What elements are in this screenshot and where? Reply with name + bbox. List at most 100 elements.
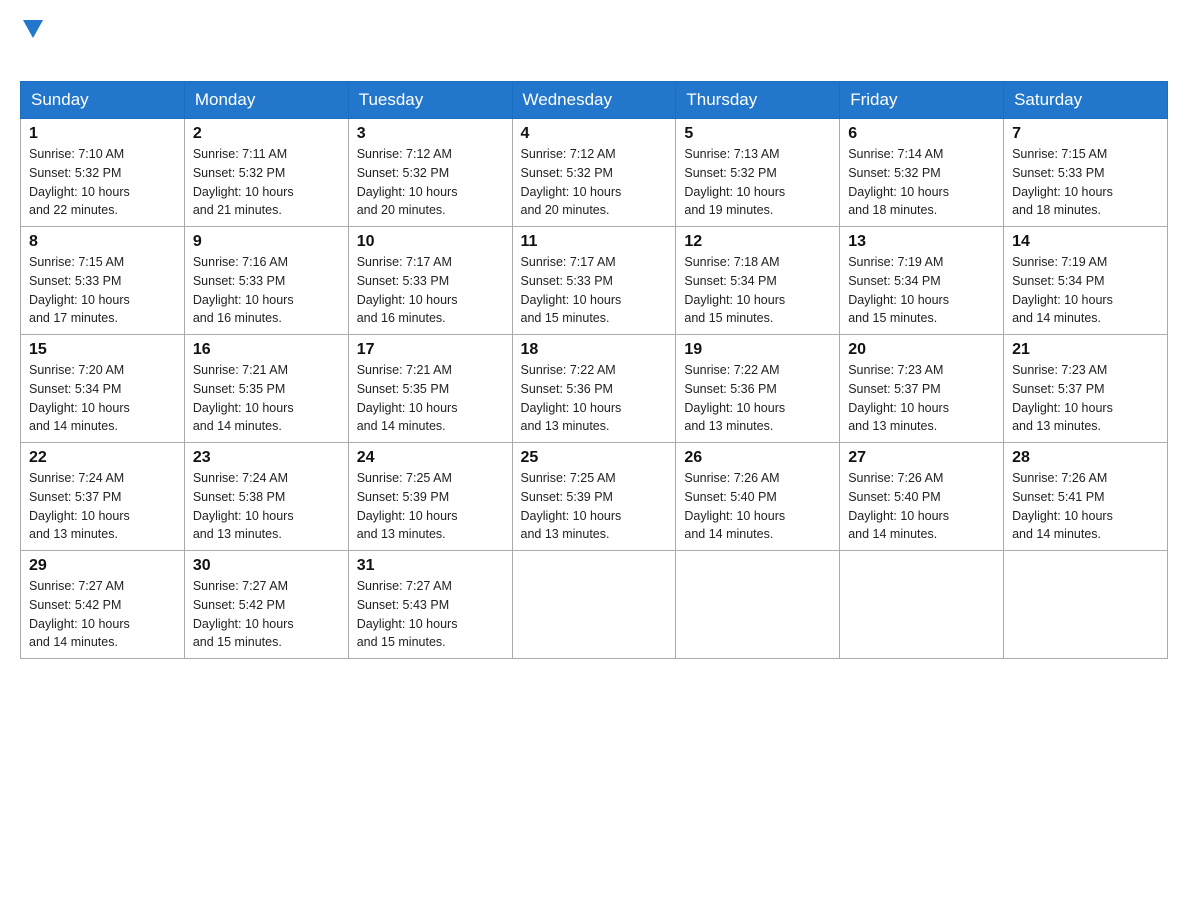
weekday-header-tuesday: Tuesday	[348, 82, 512, 119]
day-number: 5	[684, 125, 831, 143]
day-number: 29	[29, 557, 176, 575]
calendar-cell	[512, 551, 676, 659]
calendar-cell: 31 Sunrise: 7:27 AM Sunset: 5:43 PM Dayl…	[348, 551, 512, 659]
day-info: Sunrise: 7:24 AM Sunset: 5:37 PM Dayligh…	[29, 469, 176, 544]
day-number: 30	[193, 557, 340, 575]
day-info: Sunrise: 7:23 AM Sunset: 5:37 PM Dayligh…	[848, 361, 995, 436]
day-info: Sunrise: 7:24 AM Sunset: 5:38 PM Dayligh…	[193, 469, 340, 544]
day-info: Sunrise: 7:23 AM Sunset: 5:37 PM Dayligh…	[1012, 361, 1159, 436]
day-number: 25	[521, 449, 668, 467]
calendar-cell: 9 Sunrise: 7:16 AM Sunset: 5:33 PM Dayli…	[184, 227, 348, 335]
day-number: 17	[357, 341, 504, 359]
calendar-cell: 8 Sunrise: 7:15 AM Sunset: 5:33 PM Dayli…	[21, 227, 185, 335]
day-info: Sunrise: 7:27 AM Sunset: 5:43 PM Dayligh…	[357, 577, 504, 652]
day-number: 15	[29, 341, 176, 359]
calendar-week-row: 15 Sunrise: 7:20 AM Sunset: 5:34 PM Dayl…	[21, 335, 1168, 443]
day-number: 26	[684, 449, 831, 467]
day-number: 22	[29, 449, 176, 467]
page-header	[20, 20, 1168, 71]
weekday-header-friday: Friday	[840, 82, 1004, 119]
calendar-cell: 14 Sunrise: 7:19 AM Sunset: 5:34 PM Dayl…	[1004, 227, 1168, 335]
calendar-cell	[1004, 551, 1168, 659]
day-number: 21	[1012, 341, 1159, 359]
day-info: Sunrise: 7:27 AM Sunset: 5:42 PM Dayligh…	[29, 577, 176, 652]
day-info: Sunrise: 7:26 AM Sunset: 5:41 PM Dayligh…	[1012, 469, 1159, 544]
weekday-header-sunday: Sunday	[21, 82, 185, 119]
day-info: Sunrise: 7:16 AM Sunset: 5:33 PM Dayligh…	[193, 253, 340, 328]
day-info: Sunrise: 7:22 AM Sunset: 5:36 PM Dayligh…	[684, 361, 831, 436]
calendar-cell: 30 Sunrise: 7:27 AM Sunset: 5:42 PM Dayl…	[184, 551, 348, 659]
weekday-header-row: SundayMondayTuesdayWednesdayThursdayFrid…	[21, 82, 1168, 119]
calendar-cell: 18 Sunrise: 7:22 AM Sunset: 5:36 PM Dayl…	[512, 335, 676, 443]
calendar-cell: 16 Sunrise: 7:21 AM Sunset: 5:35 PM Dayl…	[184, 335, 348, 443]
calendar-cell: 2 Sunrise: 7:11 AM Sunset: 5:32 PM Dayli…	[184, 119, 348, 227]
day-number: 4	[521, 125, 668, 143]
day-number: 27	[848, 449, 995, 467]
day-info: Sunrise: 7:22 AM Sunset: 5:36 PM Dayligh…	[521, 361, 668, 436]
calendar-cell	[840, 551, 1004, 659]
calendar-cell: 5 Sunrise: 7:13 AM Sunset: 5:32 PM Dayli…	[676, 119, 840, 227]
calendar-cell: 25 Sunrise: 7:25 AM Sunset: 5:39 PM Dayl…	[512, 443, 676, 551]
calendar-cell	[676, 551, 840, 659]
calendar-cell: 28 Sunrise: 7:26 AM Sunset: 5:41 PM Dayl…	[1004, 443, 1168, 551]
calendar-table: SundayMondayTuesdayWednesdayThursdayFrid…	[20, 81, 1168, 659]
day-info: Sunrise: 7:19 AM Sunset: 5:34 PM Dayligh…	[1012, 253, 1159, 328]
day-number: 19	[684, 341, 831, 359]
day-info: Sunrise: 7:21 AM Sunset: 5:35 PM Dayligh…	[193, 361, 340, 436]
day-info: Sunrise: 7:13 AM Sunset: 5:32 PM Dayligh…	[684, 145, 831, 220]
day-info: Sunrise: 7:15 AM Sunset: 5:33 PM Dayligh…	[29, 253, 176, 328]
day-number: 6	[848, 125, 995, 143]
logo-triangle-icon	[23, 20, 43, 38]
calendar-cell: 19 Sunrise: 7:22 AM Sunset: 5:36 PM Dayl…	[676, 335, 840, 443]
calendar-cell: 6 Sunrise: 7:14 AM Sunset: 5:32 PM Dayli…	[840, 119, 1004, 227]
calendar-cell: 24 Sunrise: 7:25 AM Sunset: 5:39 PM Dayl…	[348, 443, 512, 551]
day-info: Sunrise: 7:25 AM Sunset: 5:39 PM Dayligh…	[357, 469, 504, 544]
weekday-header-saturday: Saturday	[1004, 82, 1168, 119]
calendar-cell: 1 Sunrise: 7:10 AM Sunset: 5:32 PM Dayli…	[21, 119, 185, 227]
day-info: Sunrise: 7:17 AM Sunset: 5:33 PM Dayligh…	[357, 253, 504, 328]
day-number: 14	[1012, 233, 1159, 251]
day-info: Sunrise: 7:18 AM Sunset: 5:34 PM Dayligh…	[684, 253, 831, 328]
day-info: Sunrise: 7:10 AM Sunset: 5:32 PM Dayligh…	[29, 145, 176, 220]
calendar-cell: 12 Sunrise: 7:18 AM Sunset: 5:34 PM Dayl…	[676, 227, 840, 335]
day-number: 20	[848, 341, 995, 359]
weekday-header-monday: Monday	[184, 82, 348, 119]
weekday-header-wednesday: Wednesday	[512, 82, 676, 119]
day-info: Sunrise: 7:17 AM Sunset: 5:33 PM Dayligh…	[521, 253, 668, 328]
day-number: 12	[684, 233, 831, 251]
calendar-cell: 10 Sunrise: 7:17 AM Sunset: 5:33 PM Dayl…	[348, 227, 512, 335]
day-number: 7	[1012, 125, 1159, 143]
calendar-cell: 4 Sunrise: 7:12 AM Sunset: 5:32 PM Dayli…	[512, 119, 676, 227]
calendar-cell: 11 Sunrise: 7:17 AM Sunset: 5:33 PM Dayl…	[512, 227, 676, 335]
calendar-cell: 20 Sunrise: 7:23 AM Sunset: 5:37 PM Dayl…	[840, 335, 1004, 443]
day-info: Sunrise: 7:11 AM Sunset: 5:32 PM Dayligh…	[193, 145, 340, 220]
day-number: 16	[193, 341, 340, 359]
calendar-cell: 7 Sunrise: 7:15 AM Sunset: 5:33 PM Dayli…	[1004, 119, 1168, 227]
logo	[20, 20, 43, 71]
calendar-cell: 13 Sunrise: 7:19 AM Sunset: 5:34 PM Dayl…	[840, 227, 1004, 335]
day-number: 3	[357, 125, 504, 143]
day-number: 11	[521, 233, 668, 251]
day-info: Sunrise: 7:26 AM Sunset: 5:40 PM Dayligh…	[684, 469, 831, 544]
day-info: Sunrise: 7:26 AM Sunset: 5:40 PM Dayligh…	[848, 469, 995, 544]
day-number: 8	[29, 233, 176, 251]
calendar-week-row: 22 Sunrise: 7:24 AM Sunset: 5:37 PM Dayl…	[21, 443, 1168, 551]
calendar-cell: 21 Sunrise: 7:23 AM Sunset: 5:37 PM Dayl…	[1004, 335, 1168, 443]
day-info: Sunrise: 7:25 AM Sunset: 5:39 PM Dayligh…	[521, 469, 668, 544]
day-info: Sunrise: 7:12 AM Sunset: 5:32 PM Dayligh…	[521, 145, 668, 220]
day-number: 23	[193, 449, 340, 467]
calendar-cell: 3 Sunrise: 7:12 AM Sunset: 5:32 PM Dayli…	[348, 119, 512, 227]
day-number: 18	[521, 341, 668, 359]
calendar-cell: 15 Sunrise: 7:20 AM Sunset: 5:34 PM Dayl…	[21, 335, 185, 443]
weekday-header-thursday: Thursday	[676, 82, 840, 119]
day-number: 31	[357, 557, 504, 575]
day-number: 24	[357, 449, 504, 467]
day-info: Sunrise: 7:19 AM Sunset: 5:34 PM Dayligh…	[848, 253, 995, 328]
day-info: Sunrise: 7:21 AM Sunset: 5:35 PM Dayligh…	[357, 361, 504, 436]
calendar-cell: 22 Sunrise: 7:24 AM Sunset: 5:37 PM Dayl…	[21, 443, 185, 551]
day-info: Sunrise: 7:14 AM Sunset: 5:32 PM Dayligh…	[848, 145, 995, 220]
day-number: 13	[848, 233, 995, 251]
day-info: Sunrise: 7:15 AM Sunset: 5:33 PM Dayligh…	[1012, 145, 1159, 220]
calendar-cell: 27 Sunrise: 7:26 AM Sunset: 5:40 PM Dayl…	[840, 443, 1004, 551]
day-number: 1	[29, 125, 176, 143]
